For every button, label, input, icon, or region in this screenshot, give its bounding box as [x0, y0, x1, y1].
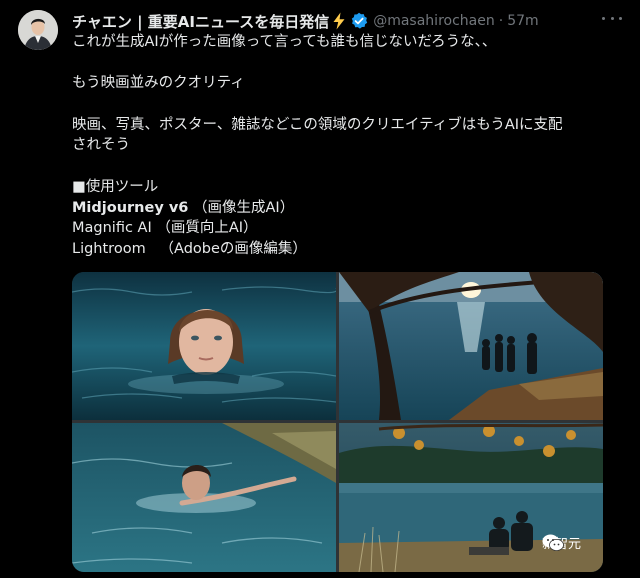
tools-heading: ■使用ツール — [72, 178, 159, 195]
girl-swimming-photo[interactable] — [72, 272, 336, 420]
tool-name: Midjourney v6 — [72, 199, 189, 216]
wechat-icon — [542, 534, 564, 551]
tool-name: Magnific AI — [72, 220, 152, 237]
separator-dot: · — [498, 13, 504, 29]
author-handle[interactable]: @masahirochaen — [373, 13, 495, 29]
media-grid: 新智元 — [72, 272, 603, 572]
text-line: 映画、写真、ポスター、雑誌などこの領域のクリエイティブはもうAIに支配 — [72, 116, 563, 133]
tool-line: Lightroom （Adobeの画像編集） — [72, 239, 622, 260]
tweet-header: チャエン | 重要AIニュースを毎日発信 @masahirochaen · 57… — [72, 10, 626, 32]
tool-note: （画質向上AI） — [156, 220, 258, 237]
verified-badge-icon — [352, 12, 368, 29]
watermark: 新智元 — [542, 533, 581, 552]
timestamp[interactable]: 57m — [507, 13, 538, 29]
author-name[interactable]: チャエン | 重要AIニュースを毎日発信 — [72, 11, 329, 32]
lakeside-people-photo[interactable] — [339, 272, 603, 420]
more-options-icon[interactable] — [602, 14, 622, 22]
lightning-icon — [333, 12, 345, 30]
avatar-image — [18, 10, 58, 50]
man-swimming-photo[interactable] — [72, 423, 336, 572]
tweet-text: これが生成AIが作った画像って言っても誰も信じないだろうな、、 もう映画並みのク… — [72, 32, 622, 260]
tool-name: Lightroom — [72, 240, 146, 257]
author-avatar[interactable] — [18, 10, 58, 50]
text-line: これが生成AIが作った画像って言っても誰も信じないだろうな、、 — [72, 34, 497, 50]
tool-line: Midjourney v6 （画像生成AI） — [72, 198, 622, 219]
text-line: もう映画並みのクオリティ — [72, 75, 245, 92]
tool-line: Magnific AI （画質向上AI） — [72, 218, 622, 239]
text-line: されそう — [72, 137, 130, 154]
tool-note: （Adobeの画像編集） — [159, 240, 307, 257]
tool-note: （画像生成AI） — [193, 199, 295, 216]
